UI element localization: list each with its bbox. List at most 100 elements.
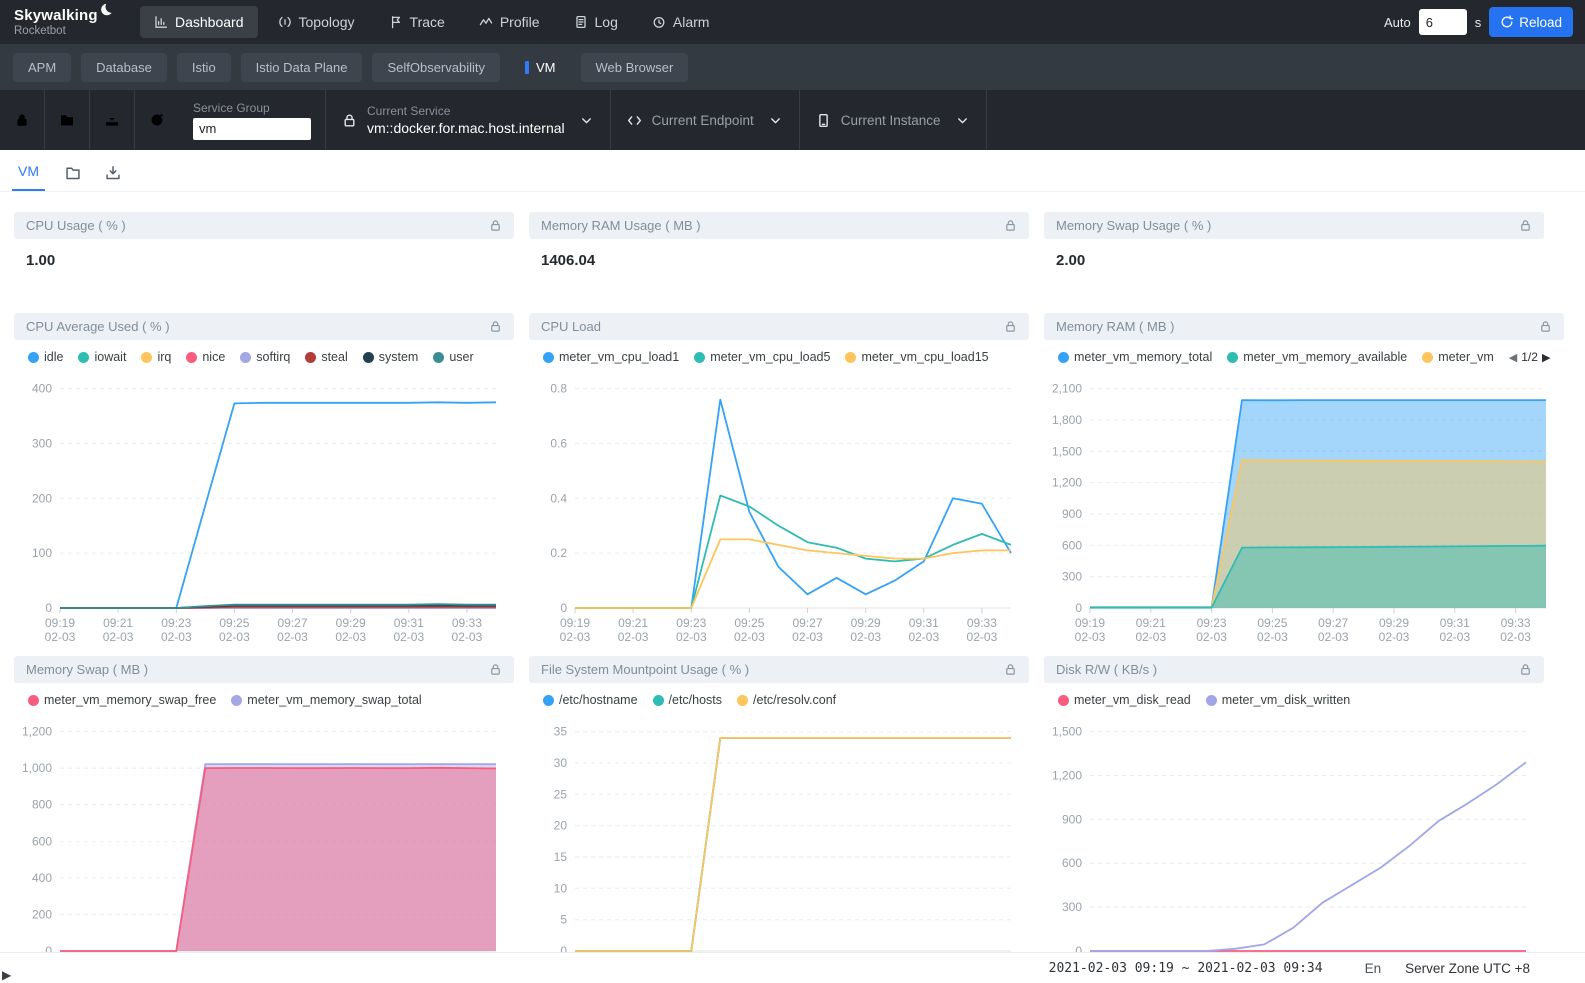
dashboard-content: CPU Usage ( % )1.00Memory RAM Usage ( MB…: [0, 192, 1585, 983]
lock-icon[interactable]: [1004, 663, 1017, 676]
legend-item-irq[interactable]: irq: [141, 350, 171, 364]
svg-text:20: 20: [554, 819, 568, 833]
legend-item-meter-vm-disk-read[interactable]: meter_vm_disk_read: [1058, 693, 1191, 707]
tab-vm[interactable]: VM: [16, 163, 41, 191]
card-title: Memory RAM Usage ( MB ): [541, 218, 701, 233]
charts-row-2: Memory Swap ( MB ) meter_vm_memory_swap_f…: [14, 656, 1544, 983]
legend-item--etc-hostname[interactable]: /etc/hostname: [543, 693, 638, 707]
pager-prev-icon[interactable]: ◀: [1509, 351, 1517, 364]
service-group-input[interactable]: [193, 118, 311, 140]
legend-dot: [231, 695, 242, 706]
legend-item--etc-hosts[interactable]: /etc/hosts: [653, 693, 723, 707]
nav-item-label: Trace: [410, 14, 445, 30]
lock-icon[interactable]: [1004, 219, 1017, 232]
lock-icon[interactable]: [1519, 663, 1532, 676]
legend-item-meter-vm-memory-available[interactable]: meter_vm_memory_available: [1227, 350, 1407, 364]
divider: [986, 90, 987, 150]
chart-icon: [154, 15, 168, 29]
lock-toolbar-icon[interactable]: [0, 90, 44, 150]
svg-text:02-03: 02-03: [967, 630, 998, 642]
legend-item-meter-vm-memory-swap-free[interactable]: meter_vm_memory_swap_free: [28, 693, 216, 707]
legend-dot: [543, 352, 554, 363]
device-icon: [816, 113, 831, 128]
nav-item-alarm[interactable]: Alarm: [638, 6, 724, 38]
svg-text:1,200: 1,200: [22, 725, 52, 739]
profile-icon: [479, 15, 493, 29]
nav-item-trace[interactable]: Trace: [375, 6, 459, 38]
svg-text:09:29: 09:29: [336, 616, 366, 630]
svg-text:09:27: 09:27: [792, 616, 822, 630]
legend-item-idle[interactable]: idle: [28, 350, 63, 364]
nav-item-profile[interactable]: Profile: [465, 6, 554, 38]
svg-text:35: 35: [554, 725, 568, 739]
legend-item-steal[interactable]: steal: [305, 350, 347, 364]
legend-item-meter-vm-cpu-load15[interactable]: meter_vm_cpu_load15: [845, 350, 988, 364]
refresh-toolbar-icon[interactable]: [135, 90, 179, 150]
lock-icon[interactable]: [489, 219, 502, 232]
legend-item-meter-vm-cpu-load5[interactable]: meter_vm_cpu_load5: [694, 350, 830, 364]
pager-next-icon[interactable]: ▶: [1542, 351, 1550, 364]
svg-text:02-03: 02-03: [219, 630, 250, 642]
svg-text:02-03: 02-03: [734, 630, 765, 642]
chart-card-disk-r-w-kb-s-: Disk R/W ( KB/s )meter_vm_disk_readmeter…: [1044, 656, 1544, 983]
lock-icon[interactable]: [489, 663, 502, 676]
legend-item-meter-vm[interactable]: meter_vm: [1422, 350, 1494, 364]
svg-text:1,000: 1,000: [22, 761, 52, 775]
reload-button[interactable]: Reload: [1489, 7, 1573, 37]
chart-plot: 02004006008001,0001,200: [14, 711, 514, 983]
legend-item-meter-vm-memory-swap-total[interactable]: meter_vm_memory_swap_total: [231, 693, 421, 707]
import-page-icon[interactable]: [105, 165, 121, 191]
nav-item-topology[interactable]: Topology: [264, 6, 369, 38]
chevron-down-icon: [579, 113, 594, 128]
svg-text:09:19: 09:19: [560, 616, 590, 630]
dashboard-tab-istio-data-plane[interactable]: Istio Data Plane: [241, 53, 363, 82]
folder-page-icon[interactable]: [65, 165, 81, 191]
current-service-select[interactable]: Current Service vm::docker.for.mac.host.…: [326, 90, 610, 150]
legend-item--etc-resolv-conf[interactable]: /etc/resolv.conf: [737, 693, 836, 707]
svg-text:0.6: 0.6: [550, 436, 567, 450]
alarm-icon: [652, 15, 666, 29]
dashboard-tab-apm[interactable]: APM: [13, 53, 71, 82]
auto-interval-input[interactable]: [1419, 9, 1467, 35]
legend-item-meter-vm-disk-written[interactable]: meter_vm_disk_written: [1206, 693, 1351, 707]
svg-text:09:23: 09:23: [676, 616, 706, 630]
dashboard-tab-web-browser[interactable]: Web Browser: [581, 53, 689, 82]
lock-icon[interactable]: [489, 320, 502, 333]
svg-text:02-03: 02-03: [1135, 630, 1166, 642]
legend-item-nice[interactable]: nice: [186, 350, 225, 364]
legend-item-user[interactable]: user: [433, 350, 473, 364]
nav-item-dashboard[interactable]: Dashboard: [140, 6, 258, 38]
time-range[interactable]: 2021-02-03 09:19 ~ 2021-02-03 09:34: [1049, 961, 1323, 976]
svg-text:300: 300: [1062, 900, 1082, 914]
lock-icon[interactable]: [1539, 320, 1552, 333]
svg-text:200: 200: [32, 491, 52, 505]
top-nav-bar: Skywalking Rocketbot DashboardTopology Tr…: [0, 0, 1585, 44]
current-instance-select[interactable]: Current Instance: [800, 90, 986, 150]
svg-text:02-03: 02-03: [618, 630, 649, 642]
language-switch[interactable]: En: [1365, 961, 1382, 976]
current-endpoint-select[interactable]: Current Endpoint: [611, 90, 799, 150]
import-toolbar-icon[interactable]: [90, 90, 134, 150]
lock-icon[interactable]: [1519, 219, 1532, 232]
card-title: Memory Swap ( MB ): [26, 662, 148, 677]
nav-item-log[interactable]: Log: [560, 6, 632, 38]
svg-text:02-03: 02-03: [1257, 630, 1288, 642]
lock-icon[interactable]: [1004, 320, 1017, 333]
lock-service-icon: [342, 113, 357, 128]
chart-card-memory-swap-mb-: Memory Swap ( MB ) meter_vm_memory_swap_f…: [14, 656, 514, 983]
brand-logo: Skywalking Rocketbot: [0, 7, 140, 37]
footer-toggle-icon[interactable]: ▶: [2, 968, 11, 982]
dashboard-tab-selfobservability[interactable]: SelfObservability: [372, 53, 500, 82]
legend-item-iowait[interactable]: iowait: [78, 350, 126, 364]
legend-item-system[interactable]: system: [363, 350, 419, 364]
dashboard-tab-database[interactable]: Database: [81, 53, 167, 82]
legend-item-softirq[interactable]: softirq: [240, 350, 290, 364]
legend-item-meter-vm-cpu-load1[interactable]: meter_vm_cpu_load1: [543, 350, 679, 364]
folder-toolbar-icon[interactable]: [45, 90, 89, 150]
svg-text:09:29: 09:29: [851, 616, 881, 630]
dashboard-tab-vm[interactable]: VM: [510, 53, 571, 82]
dashboard-tab-istio[interactable]: Istio: [177, 53, 231, 82]
legend-item-meter-vm-memory-total[interactable]: meter_vm_memory_total: [1058, 350, 1212, 364]
server-zone[interactable]: Server Zone UTC +8: [1405, 961, 1530, 976]
auto-unit: s: [1475, 15, 1482, 30]
